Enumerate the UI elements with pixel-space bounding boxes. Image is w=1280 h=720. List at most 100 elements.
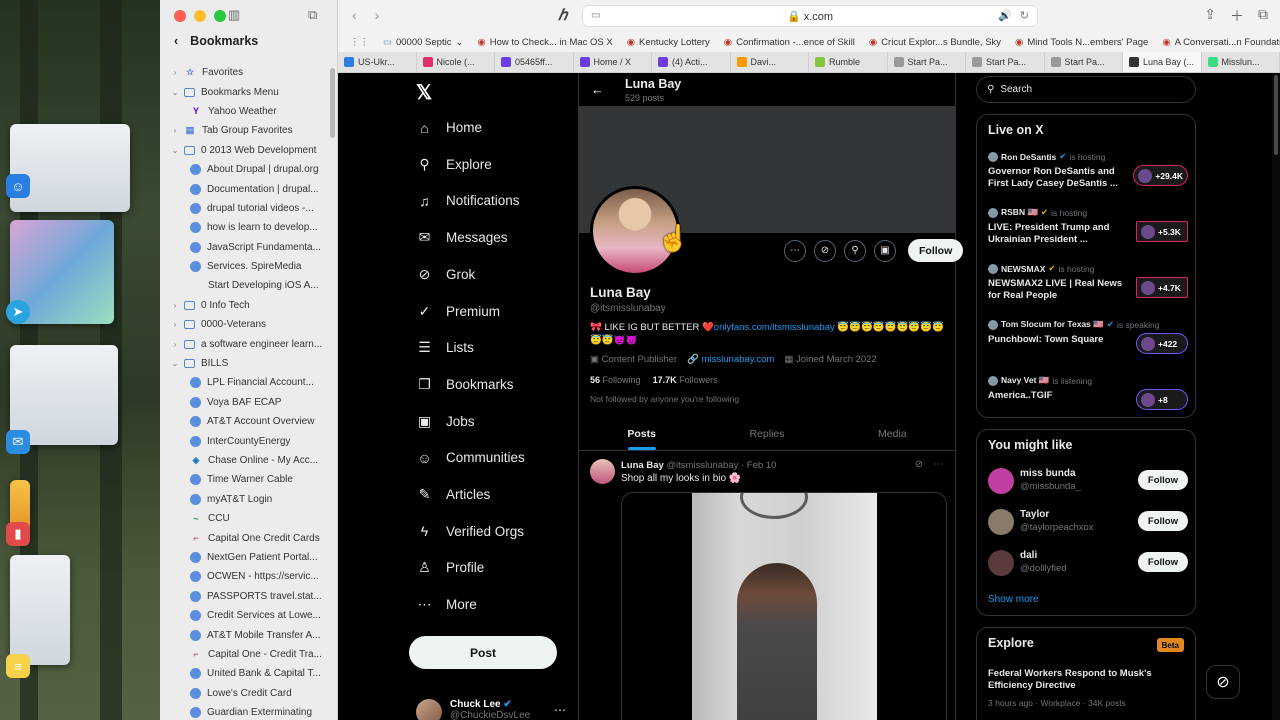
scroll-thumb[interactable] [1274,75,1278,155]
website-link[interactable]: misslunabay.com [702,354,775,365]
browser-tab[interactable]: Nicole (... [417,52,495,72]
browser-tab[interactable]: Start Pa... [888,52,966,72]
tab-overview-icon[interactable]: ⧉ [1258,6,1268,26]
nav-verified-orgs[interactable]: ϟ Verified Orgs [416,523,524,540]
follow-button[interactable]: Follow [1137,511,1188,531]
browser-tab[interactable]: Luna Bay (... [1123,52,1202,72]
suggested-name[interactable]: Taylor [1020,509,1049,520]
tweet[interactable]: Luna Bay @itsmisslunabay · Feb 10 ⊘ ⋯ Sh… [579,451,955,720]
bookmark-item[interactable]: ◈ Chase Online - My Acc... [160,451,330,470]
chevron-right-icon[interactable]: › [170,320,180,329]
avatar[interactable] [988,509,1014,535]
bookmark-item[interactable]: Lowe's Credit Card [160,684,330,703]
tweet-date[interactable]: · Feb 10 [741,460,776,471]
nav-more[interactable]: ⋯ More [416,596,477,613]
live-space-item[interactable]: NEWSMAX ✔ is hosting NEWSMAX2 LIVE | Real N… [988,263,1188,302]
sidebar-toggle-icon[interactable]: ▥ [228,7,240,23]
address-bar[interactable]: ▭ 🔒 x.com 🔊 ↻ [582,5,1038,27]
nav-grok[interactable]: ⊘ Grok [416,266,476,283]
apps-grid-icon[interactable]: ⋮⋮ [350,37,369,48]
bookmark-item[interactable]: ⌐ Capital One Credit Cards [160,528,330,547]
suggested-account[interactable]: Taylor @taylorpeachxox Follow [988,507,1188,539]
favorite-item[interactable]: ◉ Confirmation -...ence of Skill [724,37,855,48]
bookmark-item[interactable]: OCWEN - https://servic... [160,567,330,586]
favorite-item[interactable]: ◉ Kentucky Lottery [627,37,710,48]
grok-floating-button[interactable]: ⊘ [1206,665,1240,699]
nav-explore[interactable]: ⚲ Explore [416,156,491,173]
page-scrollbar[interactable] [1272,73,1280,720]
bookmark-item[interactable]: AT&T Account Overview [160,412,330,431]
explore-item-title[interactable]: Federal Workers Respond to Musk's Effici… [988,668,1178,692]
app-icon[interactable]: ▮ [6,522,30,546]
nav-bookmarks[interactable]: ❐ Bookmarks [416,376,513,393]
browser-tab[interactable]: Start Pa... [1045,52,1123,72]
suggested-name[interactable]: dali [1020,550,1037,561]
more-dots-icon[interactable]: ⋯ [933,459,943,470]
browser-tab[interactable]: Home / X [574,52,652,72]
back-arrow-icon[interactable]: ← [591,82,604,97]
live-space-item[interactable]: Ron DeSantis ✔ is hosting Governor Ron DeSa… [988,151,1188,190]
bookmark-item[interactable]: United Bank & Capital T... [160,664,330,683]
notes-icon[interactable]: ≡ [6,654,30,678]
tweet-media[interactable] [621,492,947,720]
bookmark-item[interactable]: drupal tutorial videos -... [160,199,330,218]
bookmark-item[interactable]: ~ CCU [160,509,330,528]
nav-profile[interactable]: ♙ Profile [416,559,484,576]
suggested-account[interactable]: dali @dolllyfied Follow [988,548,1188,580]
stage-manager-window[interactable] [10,124,130,212]
bookmark-item[interactable]: Y Yahoo Weather [160,102,330,121]
close-window-button[interactable] [174,10,186,22]
mail-icon[interactable]: ✉ [6,430,30,454]
bookmark-item[interactable]: ⌐ Capital One - Credit Tra... [160,645,330,664]
suggested-name[interactable]: miss bunda [1020,468,1076,479]
bookmark-item[interactable]: LPL Financial Account... [160,373,330,392]
bookmark-item[interactable]: Services. SpireMedia [160,257,330,276]
site-extension-icon[interactable]: ℎ [558,6,568,24]
bookmark-folder[interactable]: › a software engineer learn... [160,334,330,353]
avatar[interactable] [988,468,1014,494]
tab-posts[interactable]: Posts [579,417,704,450]
live-space-item[interactable]: RSBN 🇺🇸 ✔ is hosting LIVE: President Trump … [988,207,1188,246]
show-more-link[interactable]: Show more [988,594,1039,605]
bookmark-folder[interactable]: ⌄ 0 2013 Web Development [160,141,330,160]
search-input[interactable]: ⚲ Search [976,76,1196,103]
tweet-handle[interactable]: @itsmisslunabay [666,460,738,471]
tab-media[interactable]: Media [830,417,955,450]
live-space-item[interactable]: Tom Slocum for Texas 🇺🇸 ✔ is speaking Punch… [988,319,1188,354]
bookmark-item[interactable]: Documentation | drupal... [160,179,330,198]
bookmark-folder[interactable]: › ☆ Favorites [160,63,330,82]
live-space-item[interactable]: Navy Vet 🇺🇸 is listening America..TGIF +8 [988,375,1188,410]
listener-count-badge[interactable]: +4.7K [1136,277,1188,298]
nav-articles[interactable]: ✎ Articles [416,486,491,503]
listener-count-badge[interactable]: +8 [1136,389,1188,410]
nav-jobs[interactable]: ▣ Jobs [416,413,475,430]
favorite-item[interactable]: ◉ How to Check... in Mac OS X [477,37,612,48]
forward-arrow-icon[interactable]: › [375,7,380,23]
tab-overview-icon[interactable]: ⧉ [308,7,317,23]
following-link[interactable]: 56 Following [590,375,641,385]
more-options-button[interactable]: ⋯ [784,239,806,262]
search-profile-button[interactable]: ⚲ [844,239,866,262]
zoom-window-button[interactable] [214,10,226,22]
suggested-account[interactable]: miss bunda @missbunda_ Follow [988,466,1188,498]
bookmark-item[interactable]: PASSPORTS travel.stat... [160,587,330,606]
bookmark-item[interactable]: NextGen Patient Portal... [160,548,330,567]
bookmark-folder[interactable]: ⌄ Bookmarks Menu [160,82,330,101]
bookmark-item[interactable]: Voya BAF ECAP [160,393,330,412]
browser-tab[interactable]: (4) Acti... [652,52,731,72]
back-chevron-icon[interactable]: ‹ [174,34,178,48]
nav-premium[interactable]: ✓ Premium [416,303,500,320]
browser-tab[interactable]: Misslun... [1202,52,1280,72]
telegram-icon[interactable]: ➤ [6,300,30,324]
chevron-down-icon[interactable]: ⌄ [170,146,180,155]
follow-button[interactable]: Follow [1137,470,1188,490]
follow-button[interactable]: Follow [908,239,964,262]
nav-lists[interactable]: ☰ Lists [416,339,474,356]
browser-tab[interactable]: Start Pa... [966,52,1045,72]
account-switcher[interactable]: Chuck Lee ✔ @ChuckieDsvLee [416,699,530,720]
avatar[interactable] [988,550,1014,576]
bookmark-item[interactable]: InterCountyEnergy [160,431,330,450]
more-dots-icon[interactable]: ⋯ [554,703,566,717]
bookmark-item[interactable]: Time Warner Cable [160,470,330,489]
reload-icon[interactable]: ↻ [1020,9,1029,22]
